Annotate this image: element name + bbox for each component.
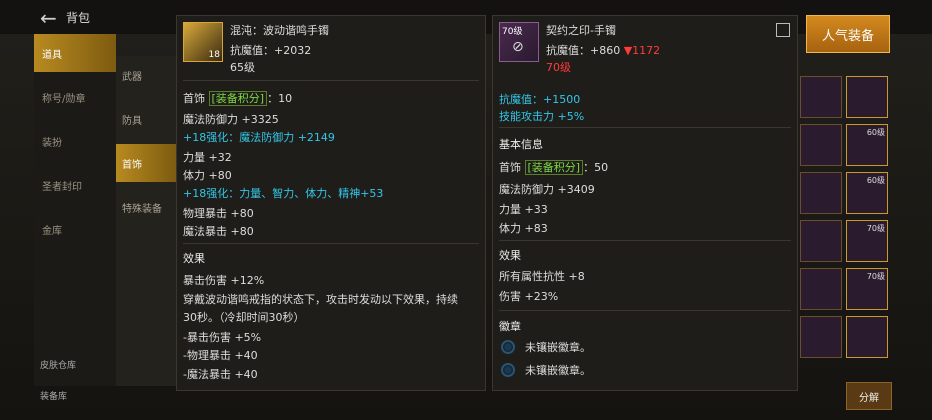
inventory-slot[interactable] <box>800 124 842 166</box>
stat-line: 抗魔值：+1500 <box>499 93 581 106</box>
divider <box>499 240 791 241</box>
inventory-slot[interactable] <box>800 76 842 118</box>
inventory-slot[interactable] <box>846 76 888 118</box>
equip-score: 首饰 [装备积分] ：10 <box>183 91 293 106</box>
item-tooltip-equipped: 18 混沌：波动谐鸣手镯 抗魔值：+2032 65级 首饰 [装备积分] ：10 … <box>176 15 486 391</box>
stat-line: 魔法防御力 +3325 <box>183 113 279 126</box>
item-name: 契约之印-手镯 <box>546 24 616 37</box>
nav-item-seal[interactable]: 圣者封印 <box>34 166 116 204</box>
item-resist: 抗魔值：+2032 <box>230 44 312 57</box>
stat-line: +18强化：魔法防御力 +2149 <box>183 131 335 144</box>
stat-line: 体力 +83 <box>499 222 548 235</box>
effect-line: 穿戴波动谐鸣戒指的状态下，攻击时发动以下效果，持续 <box>183 293 458 306</box>
inventory-slot[interactable] <box>800 268 842 310</box>
inventory-slot[interactable] <box>846 316 888 358</box>
skin-storage-link[interactable]: 皮肤仓库 <box>40 358 76 371</box>
effect-line: -魔法暴击 +40 <box>183 368 258 381</box>
divider <box>499 127 791 128</box>
effect-line: -物理暴击 +40 <box>183 349 258 362</box>
sub-item-accessory[interactable]: 首饰 <box>116 144 176 182</box>
inventory-slot[interactable] <box>800 316 842 358</box>
popular-equipment-button[interactable]: 人气装备 <box>806 15 890 53</box>
effect-line: 伤害 +23% <box>499 290 559 303</box>
emblem-socket-icon <box>501 363 515 377</box>
back-arrow-icon[interactable]: ← <box>40 6 57 30</box>
divider <box>499 310 791 311</box>
nav-item-titles[interactable]: 称号/勋章 <box>34 78 116 116</box>
page-title: 背包 <box>66 11 91 25</box>
equip-score: 首饰 [装备积分] ：50 <box>499 160 609 175</box>
sub-item-special[interactable]: 特殊装备 <box>116 188 176 226</box>
stat-line: 魔法暴击 +80 <box>183 225 254 238</box>
no-entry-icon: ⊘ <box>512 39 524 55</box>
nav-item-vault[interactable]: 金库 <box>34 210 116 248</box>
effect-title: 效果 <box>499 249 521 262</box>
divider <box>183 80 479 81</box>
item-level: 65级 <box>230 61 255 74</box>
inventory-slot[interactable]: 70级 <box>846 268 888 310</box>
inventory-slot[interactable]: 60级 <box>846 172 888 214</box>
effect-title: 效果 <box>183 252 205 265</box>
divider <box>183 243 479 244</box>
stat-line: 体力 +80 <box>183 169 232 182</box>
emblem-title: 徽章 <box>499 320 521 333</box>
sub-nav: 武器 防具 首饰 特殊装备 <box>116 56 176 386</box>
bracelet-icon: 70级 ⊘ <box>499 22 539 62</box>
stat-line: 技能攻击力 +5% <box>499 110 585 123</box>
stat-line: 力量 +32 <box>183 151 232 164</box>
inventory-slot[interactable]: 60级 <box>846 124 888 166</box>
main-nav: 道具 称号/勋章 装扮 圣者封印 金库 <box>34 34 116 386</box>
stat-line: 物理暴击 +80 <box>183 207 254 220</box>
sub-item-weapon[interactable]: 武器 <box>116 56 176 94</box>
inventory-slot[interactable]: 70级 <box>846 220 888 262</box>
disassemble-button[interactable]: 分解 <box>846 382 892 410</box>
stat-line: 魔法防御力 +3409 <box>499 183 595 196</box>
share-icon[interactable] <box>776 23 790 37</box>
enhance-badge: 18 <box>208 50 220 60</box>
stat-line: 力量 +33 <box>499 203 548 216</box>
effect-line: 30秒。（冷却时间30秒） <box>183 311 305 324</box>
nav-item-items[interactable]: 道具 <box>34 34 116 72</box>
item-tooltip-compare: 70级 ⊘ 契约之印-手镯 抗魔值：+860 ▼1172 70级 抗魔值：+15… <box>492 15 798 391</box>
emblem-socket-icon <box>501 340 515 354</box>
stat-line: +18强化：力量、智力、体力、精神+53 <box>183 187 384 200</box>
bracelet-icon: 18 <box>183 22 223 62</box>
equipment-storage-link[interactable]: 装备库 <box>40 389 67 402</box>
item-level: 70级 <box>546 61 571 74</box>
effect-line: -暴击伤害 +5% <box>183 331 262 344</box>
basic-info-title: 基本信息 <box>499 138 543 151</box>
sub-item-armor[interactable]: 防具 <box>116 100 176 138</box>
effect-line: 所有属性抗性 +8 <box>499 270 585 283</box>
nav-item-avatar[interactable]: 装扮 <box>34 122 116 160</box>
emblem-slot: 未镶嵌徽章。 <box>525 364 591 377</box>
item-resist: 抗魔值：+860 ▼1172 <box>546 44 661 57</box>
emblem-slot: 未镶嵌徽章。 <box>525 341 591 354</box>
item-name: 混沌：波动谐鸣手镯 <box>230 24 329 37</box>
effect-line: 暴击伤害 +12% <box>183 274 265 287</box>
resist-diff: ▼1172 <box>623 44 661 57</box>
inventory-slot[interactable] <box>800 220 842 262</box>
inventory-slot[interactable] <box>800 172 842 214</box>
level-badge: 70级 <box>502 27 523 37</box>
